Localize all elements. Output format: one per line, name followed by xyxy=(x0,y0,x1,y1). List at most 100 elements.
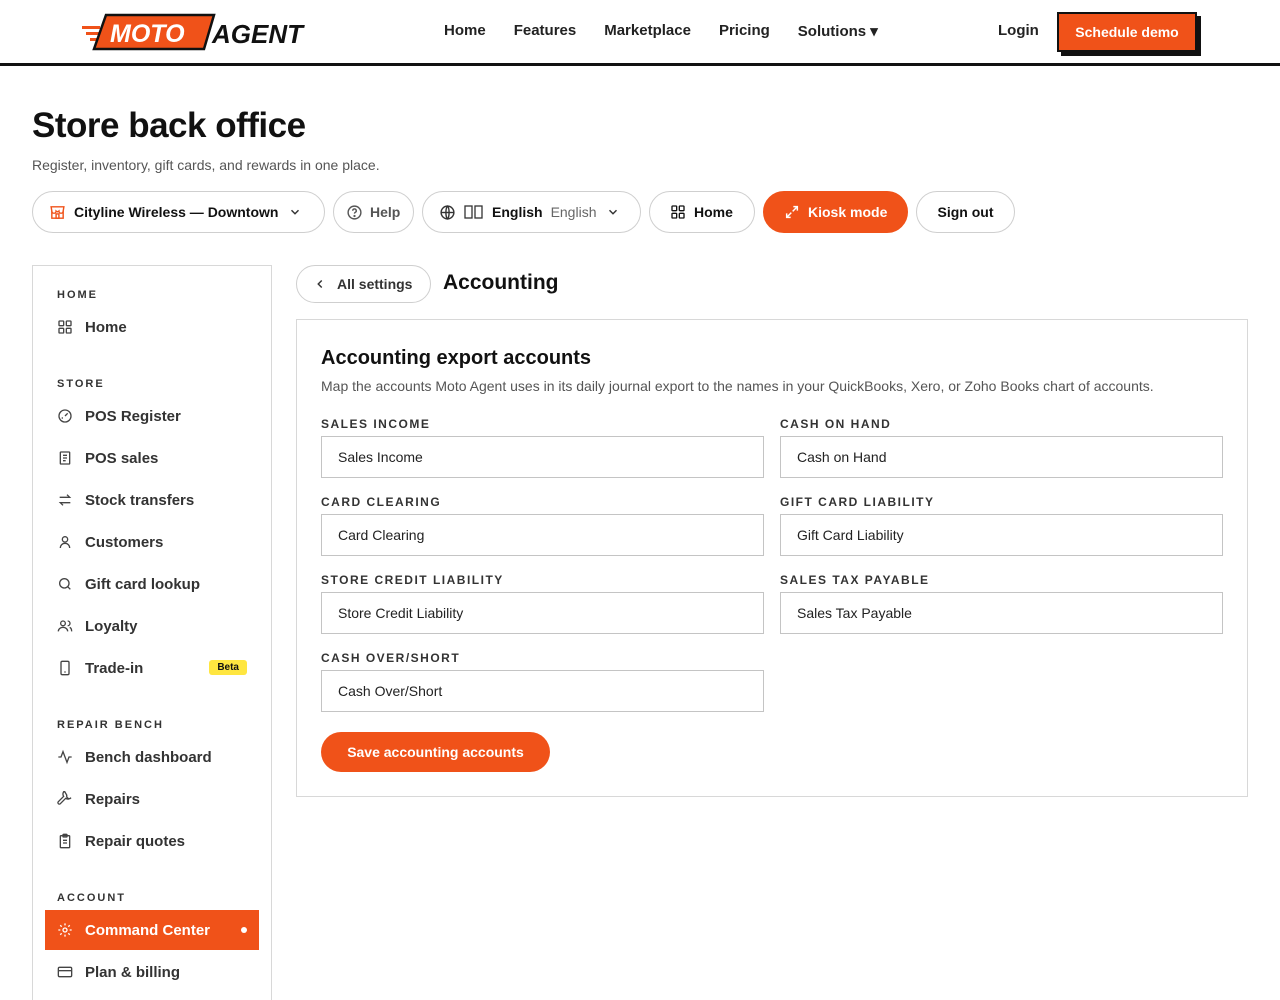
help-button[interactable]: Help xyxy=(333,191,414,233)
home-button[interactable]: Home xyxy=(649,191,755,233)
kiosk-mode-button[interactable]: Kiosk mode xyxy=(763,191,908,233)
sidebar-item-repairs[interactable]: Repairs xyxy=(45,779,259,819)
card-title: Accounting export accounts xyxy=(321,347,592,369)
schedule-demo-wrapper: Schedule demo xyxy=(1057,12,1201,56)
chevron-left-icon xyxy=(317,279,323,289)
nav-solutions-dropdown[interactable]: Solutions ▾ xyxy=(798,22,878,40)
sidebar-item-label: Bench dashboard xyxy=(85,748,212,766)
cash-over-short-label: CASH OVER/SHORT xyxy=(321,651,461,665)
cash-over-short-input[interactable] xyxy=(321,670,764,712)
user-icon xyxy=(57,534,73,550)
sales-income-input[interactable] xyxy=(321,436,764,478)
sidebar-item-gift-card-lookup[interactable]: Gift card lookup xyxy=(45,564,259,604)
phone-icon xyxy=(57,660,73,676)
logo-text-moto: MOTO xyxy=(110,20,185,48)
sidebar-item-command-center[interactable]: Command Center xyxy=(45,910,259,950)
gift-card-liability-input[interactable] xyxy=(780,514,1223,556)
gear-icon xyxy=(57,922,73,938)
sidebar-item-label: Plan & billing xyxy=(85,963,181,981)
nav-marketplace-link[interactable]: Marketplace xyxy=(604,22,691,40)
card-clearing-input[interactable] xyxy=(321,514,764,556)
expand-icon xyxy=(785,205,799,219)
page-subtitle: Register, inventory, gift cards, and rew… xyxy=(32,157,380,173)
sidebar-section-home: HOME xyxy=(57,289,98,301)
sign-out-label: Sign out xyxy=(937,204,994,220)
sidebar-item-label: POS sales xyxy=(85,449,159,467)
sidebar: HOME Home STORE POS Register POS sales S… xyxy=(32,265,272,1000)
language-native-label: English xyxy=(492,204,543,220)
accounting-card: Accounting export accounts Map the accou… xyxy=(296,319,1248,797)
save-accounting-button[interactable]: Save accounting accounts xyxy=(321,732,550,772)
sidebar-item-trade-in[interactable]: Trade-in Beta xyxy=(45,648,259,688)
cash-on-hand-label: CASH ON HAND xyxy=(780,417,892,431)
receipt-icon xyxy=(57,450,73,466)
chevron-down-icon xyxy=(609,209,618,215)
sidebar-item-label: POS Register xyxy=(85,407,181,425)
transfer-arrows-icon xyxy=(57,492,73,508)
beta-badge: Beta xyxy=(209,660,247,675)
gift-card-liability-label: GIFT CARD LIABILITY xyxy=(780,495,935,509)
help-circle-icon xyxy=(347,204,362,220)
page-title: Store back office xyxy=(32,106,306,145)
nav-home-link[interactable]: Home xyxy=(444,22,486,40)
search-icon xyxy=(57,576,73,592)
card-clearing-label: CARD CLEARING xyxy=(321,495,442,509)
logo-text-agent: AGENT xyxy=(211,19,305,49)
section-title: Accounting xyxy=(443,271,559,294)
flag-icon xyxy=(464,205,483,219)
chevron-down-icon xyxy=(291,209,300,215)
sales-income-label: SALES INCOME xyxy=(321,417,431,431)
cash-on-hand-input[interactable] xyxy=(780,436,1223,478)
store-icon xyxy=(50,205,65,219)
sidebar-item-repair-quotes[interactable]: Repair quotes xyxy=(45,821,259,861)
sidebar-item-pos-sales[interactable]: POS sales xyxy=(45,438,259,478)
sidebar-section-store: STORE xyxy=(57,378,105,390)
users-icon xyxy=(57,618,73,634)
sidebar-item-plan-billing[interactable]: Plan & billing xyxy=(45,952,259,992)
sidebar-item-loyalty[interactable]: Loyalty xyxy=(45,606,259,646)
schedule-demo-button[interactable]: Schedule demo xyxy=(1057,12,1197,52)
sidebar-item-label: Loyalty xyxy=(85,617,138,635)
sidebar-item-home[interactable]: Home xyxy=(45,307,259,347)
sign-out-button[interactable]: Sign out xyxy=(916,191,1015,233)
language-selector[interactable]: English English xyxy=(422,191,641,233)
credit-card-icon xyxy=(57,964,73,980)
store-selector-label: Cityline Wireless — Downtown xyxy=(74,204,279,220)
all-settings-button[interactable]: All settings xyxy=(296,265,431,303)
sidebar-item-stock-transfers[interactable]: Stock transfers xyxy=(45,480,259,520)
kiosk-mode-label: Kiosk mode xyxy=(808,204,888,220)
sidebar-item-label: Command Center xyxy=(85,921,211,939)
home-button-label: Home xyxy=(694,204,733,220)
grid-icon xyxy=(671,205,685,219)
login-link[interactable]: Login xyxy=(998,22,1039,39)
sales-tax-payable-input[interactable] xyxy=(780,592,1223,634)
nav-pricing-link[interactable]: Pricing xyxy=(719,22,770,40)
store-selector[interactable]: Cityline Wireless — Downtown xyxy=(32,191,325,233)
help-label: Help xyxy=(370,204,401,220)
activity-icon xyxy=(57,749,73,765)
store-credit-liability-input[interactable] xyxy=(321,592,764,634)
top-navbar: MOTO AGENT Home Features Marketplace Pri… xyxy=(0,0,1280,66)
sidebar-item-label: Stock transfers xyxy=(85,491,195,509)
wrench-icon xyxy=(57,791,73,807)
sidebar-item-label: Repair quotes xyxy=(85,832,186,850)
clipboard-icon xyxy=(57,833,73,849)
sidebar-item-bench-dashboard[interactable]: Bench dashboard xyxy=(45,737,259,777)
active-indicator-dot xyxy=(241,927,247,933)
sales-tax-payable-label: SALES TAX PAYABLE xyxy=(780,573,930,587)
all-settings-label: All settings xyxy=(337,276,413,292)
sidebar-item-pos-register[interactable]: POS Register xyxy=(45,396,259,436)
grid-icon xyxy=(57,319,73,335)
sidebar-item-label: Home xyxy=(85,318,127,336)
globe-icon xyxy=(440,204,455,220)
moto-agent-logo[interactable]: MOTO AGENT xyxy=(80,12,324,52)
sidebar-item-label: Customers xyxy=(85,533,164,551)
nav-features-link[interactable]: Features xyxy=(514,22,577,40)
language-english-label: English xyxy=(550,204,597,220)
sidebar-item-customers[interactable]: Customers xyxy=(45,522,259,562)
gauge-icon xyxy=(57,408,73,424)
sidebar-item-label: Trade-in xyxy=(85,659,144,677)
store-credit-liability-label: STORE CREDIT LIABILITY xyxy=(321,573,504,587)
sidebar-section-repair-bench: REPAIR BENCH xyxy=(57,719,164,731)
sidebar-section-account: ACCOUNT xyxy=(57,892,126,904)
